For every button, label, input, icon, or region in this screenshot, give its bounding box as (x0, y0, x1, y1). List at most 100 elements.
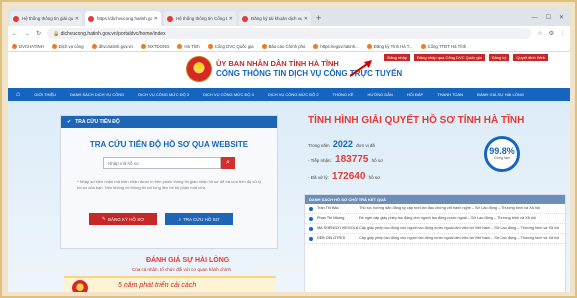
bookmark-item[interactable]: Cổng DVC Quốc gia (207, 43, 254, 49)
nav-item[interactable]: HƯỚNG DẪN (367, 92, 392, 97)
nav-item[interactable]: ĐÁNH GIÁ SỰ HÀI LÒNG (477, 92, 524, 97)
address-bar: ← → ↻ 🔒 dichvucong.hatinh.gov.vn/portald… (8, 26, 570, 41)
bookmark-icon (261, 43, 267, 49)
dossier-code-input[interactable] (103, 157, 221, 169)
main-nav: ⌂ GIỚI THIỆU DANH SÁCH DỊCH VỤ CÔNG DỊCH… (8, 88, 570, 101)
pending-results-list: DANH SÁCH HỒ SƠ CHỜ TRẢ KẾT QUẢ Trần Thị… (304, 194, 566, 292)
reload-icon[interactable]: ↻ (36, 30, 41, 37)
new-tab-icon[interactable]: + (316, 11, 321, 26)
national-login-link[interactable]: Đăng nhập qua Cổng DVC Quốc gia (413, 54, 485, 61)
list-item[interactable]: DEB DELOTROI Cấp giấy phép lao động cho … (305, 234, 565, 244)
bookmark-icon (51, 43, 57, 49)
search-button[interactable]: ⌕ (221, 157, 235, 169)
nav-item[interactable]: DỊCH VỤ CÔNG MỨC ĐỘ 3 (138, 92, 189, 97)
minimize-icon[interactable]: — (532, 11, 538, 26)
nav-item[interactable]: DANH SÁCH DỊCH VỤ CÔNG (70, 92, 124, 97)
resolved-count: 172640 (332, 171, 366, 182)
stats-title: TÌNH HÌNH GIẢI QUYẾT HỒ SƠ TỈNH HÀ TĨNH (308, 115, 525, 126)
bullet-icon (309, 217, 313, 221)
survey-title[interactable]: ĐÁNH GIÁ SỰ HÀI LÒNG (146, 257, 229, 264)
bookmark-item[interactable]: Bảo cáo Chính phủ (261, 43, 305, 49)
maximize-icon[interactable]: ☐ (546, 11, 551, 26)
on-time-percent-badge: 99.8% Đúng hạn (484, 136, 520, 172)
nav-item[interactable]: GIỚI THIỆU (34, 92, 56, 97)
stats-resolved-row: - Đã xử lý: 172640 hồ sơ (308, 171, 381, 182)
tab-favicon-icon (13, 15, 19, 22)
close-window-icon[interactable]: ✕ (559, 11, 564, 26)
bookmark-item[interactable]: Hà Tĩnh (177, 43, 200, 49)
close-icon[interactable]: ✕ (154, 16, 158, 22)
bookmark-icon (177, 43, 183, 49)
close-icon[interactable]: ✕ (229, 16, 233, 22)
site-title: ỦY BAN NHÂN DÂN TỈNH HÀ TĨNH (216, 59, 339, 68)
received-count: 183775 (335, 154, 369, 165)
bookmark-icon (91, 43, 97, 49)
bullet-icon (309, 237, 313, 241)
lock-icon: 🔒 (53, 30, 61, 37)
check-icon: ✔ (67, 119, 72, 125)
login-link[interactable]: Đăng nhập (384, 54, 410, 61)
search-row: ⌕ (61, 157, 277, 169)
bookmark-icon (313, 43, 319, 49)
nav-item[interactable]: THỐNG KÊ (333, 92, 354, 97)
survey-banner[interactable]: 5 năm phát triển cải cách (64, 276, 276, 292)
lookup-dossier-button[interactable]: ⌕ TRA CỨU HỒ SƠ (165, 213, 233, 225)
bookmark-item[interactable]: DVCHATINH (12, 43, 44, 49)
nav-item[interactable]: HỎI ĐÁP (407, 92, 423, 97)
nav-item[interactable]: DỊCH VỤ CÔNG MỨC ĐỘ 2 (268, 92, 319, 97)
emblem-icon (72, 280, 88, 292)
menu-icon[interactable]: ⋮ (560, 30, 566, 37)
lookup-title: TRA CỨU TIẾN ĐỘ HỒ SƠ QUA WEBSITE (89, 140, 249, 149)
national-emblem-icon: ★ (186, 56, 212, 82)
bookmark-item[interactable]: dhvcnatinh.gov.vn (91, 43, 133, 49)
bookmark-icon (207, 43, 213, 49)
lookup-actions: ✎ ĐĂNG KÝ HỒ SƠ ⌕ TRA CỨU HỒ SƠ (89, 213, 277, 225)
pencil-icon: ✎ (101, 216, 106, 221)
survey-slogan: 5 năm phát triển cải cách (118, 282, 197, 289)
nav-item[interactable]: DỊCH VỤ CÔNG MỨC ĐỘ 4 (203, 92, 254, 97)
bookmark-icon (420, 43, 426, 49)
tab-favicon-icon (167, 15, 173, 22)
register-link[interactable]: Đăng ký (488, 54, 510, 61)
url-text: dichvucong.hatinh.gov.vn/portaldvc/home/… (60, 30, 166, 37)
register-dossier-button[interactable]: ✎ ĐĂNG KÝ HỒ SƠ (89, 213, 157, 225)
forward-icon[interactable]: → (24, 31, 30, 37)
list-item[interactable]: Phan Thị Nhung Đề nghị cấp giấy phép lao… (305, 214, 565, 224)
browser-tab[interactable]: Hệ thống thông tin Cổng DVC✕ (164, 11, 236, 26)
main-content: ✔ TRA CỨU TIẾN ĐỘ TRA CỨU TIẾN ĐỘ HỒ SƠ … (8, 101, 570, 292)
web-decision-link[interactable]: Quyết định Web (513, 54, 548, 61)
browser-tab-active[interactable]: https://dichvucong.hatinh.gov.vn✕ (85, 11, 161, 26)
search-icon: ⌕ (178, 216, 182, 222)
list-item[interactable]: MA SHENGXI VIEGOLA Cấp giấy phép lao độn… (305, 224, 565, 234)
search-icon: ⌕ (226, 159, 230, 166)
stats-received-row: - Tiếp nhận: 183775 hồ sơ (308, 154, 384, 165)
list-header: DANH SÁCH HỒ SƠ CHỜ TRẢ KẾT QUẢ (305, 195, 565, 204)
close-icon[interactable]: ✕ (304, 16, 308, 22)
tab-favicon-icon (88, 15, 94, 22)
bookmark-item[interactable]: Cổng TTĐT Hà Tĩnh (420, 43, 466, 49)
bookmark-icon (366, 43, 372, 49)
window-controls: — ☐ ✕ (532, 11, 570, 26)
home-icon[interactable]: ⌂ (16, 91, 20, 98)
browser-tab[interactable]: Đăng ký tài khoản dịch vụ công✕ (239, 11, 311, 26)
bookmark-icon (12, 43, 17, 49)
bookmark-item[interactable]: https://egov.hatinh... (313, 43, 359, 49)
bookmark-item[interactable]: NXTDONG (140, 43, 169, 49)
extensions-icon[interactable]: ⚙ (549, 30, 554, 37)
bookmark-item[interactable]: Đăng ký Tỉnh Hà T... (366, 43, 413, 49)
list-item[interactable]: Trần Thị Bảo Thủ tục hướng dẫn đăng ký c… (305, 204, 565, 214)
url-input[interactable]: 🔒 dichvucong.hatinh.gov.vn/portaldvc/hom… (47, 28, 532, 39)
close-icon[interactable]: ✕ (75, 16, 79, 22)
lookup-panel-header: ✔ TRA CỨU TIẾN ĐỘ (61, 116, 277, 128)
tab-favicon-icon (242, 15, 248, 22)
bookmark-item[interactable]: Dịch vụ công (51, 43, 84, 49)
star-icon[interactable]: ☆ (537, 30, 542, 37)
back-icon[interactable]: ← (12, 31, 18, 37)
header-links: Đăng nhập Đăng nhập qua Cổng DVC Quốc gi… (384, 54, 548, 61)
lookup-panel: ✔ TRA CỨU TIẾN ĐỘ TRA CỨU TIẾN ĐỘ HỒ SƠ … (60, 115, 278, 249)
browser-tab[interactable]: Hệ thống thông tin giải quyết TTHC✕ (10, 11, 82, 26)
nav-item[interactable]: THANH TOÁN (437, 92, 463, 97)
site-header: ★ ỦY BAN NHÂN DÂN TỈNH HÀ TĨNH CỔNG THÔN… (8, 52, 570, 88)
stats-year: 2022 (332, 139, 353, 149)
bullet-icon (309, 227, 313, 231)
